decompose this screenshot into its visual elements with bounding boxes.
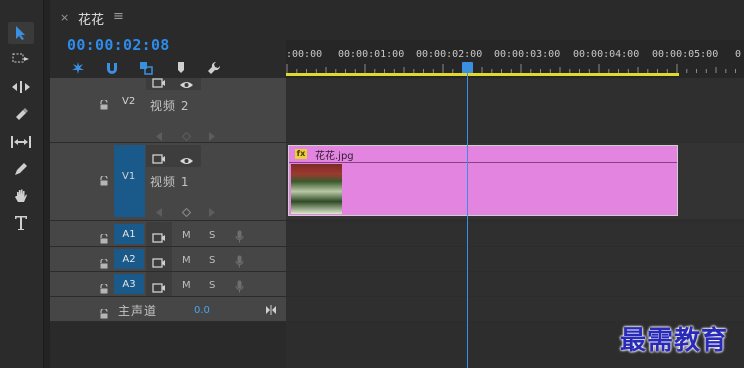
add-keyframe-icon[interactable] xyxy=(181,126,192,145)
hand-icon[interactable] xyxy=(8,185,34,207)
playhead-handle[interactable] xyxy=(462,62,473,73)
toggle-sync-icon[interactable] xyxy=(152,229,166,248)
playhead-timecode[interactable]: 00:00:02:08 xyxy=(67,36,170,54)
nest-sequence-icon[interactable] xyxy=(70,60,86,76)
target-label-v1: V1 xyxy=(122,171,136,182)
solo-button[interactable]: S xyxy=(209,280,215,291)
add-keyframe-icon[interactable] xyxy=(181,202,192,221)
toggle-sync-icon[interactable] xyxy=(152,254,166,273)
tab-close-icon[interactable]: × xyxy=(60,11,69,24)
lock-icon[interactable] xyxy=(99,254,109,273)
ruler-label: 00:00:01:00 xyxy=(338,49,405,60)
watermark: 最需教育 xyxy=(620,326,729,356)
go-to-end-icon[interactable] xyxy=(265,300,277,319)
track-select-icon[interactable] xyxy=(8,48,34,70)
master-volume-value[interactable]: 0.0 xyxy=(194,305,210,316)
microphone-icon[interactable] xyxy=(235,278,244,297)
track-lane-a1[interactable] xyxy=(286,222,744,246)
microphone-icon[interactable] xyxy=(235,228,244,247)
solo-button[interactable]: S xyxy=(209,230,215,241)
lock-icon[interactable] xyxy=(99,304,109,323)
track-lane-a2[interactable] xyxy=(286,247,744,271)
selection-tool-icon[interactable] xyxy=(8,22,34,44)
solo-button[interactable]: S xyxy=(209,255,215,266)
snap-icon[interactable] xyxy=(104,60,120,76)
track-name-v2[interactable]: 视频 2 xyxy=(150,97,189,114)
razor-icon[interactable] xyxy=(8,104,34,126)
toggle-sync-icon[interactable] xyxy=(152,74,166,93)
ruler-label: 00:00:03:00 xyxy=(494,49,561,60)
pen-icon[interactable] xyxy=(8,158,34,180)
track-divider xyxy=(50,220,744,221)
prev-keyframe-icon[interactable] xyxy=(156,126,163,145)
mute-button[interactable]: M xyxy=(182,255,191,266)
fx-badge[interactable]: fx xyxy=(295,149,307,159)
add-marker-icon[interactable] xyxy=(173,60,189,76)
sequence-tab-title[interactable]: 花花 xyxy=(78,9,104,28)
eye-icon[interactable] xyxy=(179,151,194,170)
ruler-label: 00:00:02:00 xyxy=(416,49,483,60)
toggle-sync-icon[interactable] xyxy=(152,150,166,169)
master-track-name: 主声道 xyxy=(118,304,158,318)
prev-keyframe-icon[interactable] xyxy=(156,202,163,221)
playhead-line[interactable] xyxy=(467,66,468,368)
target-a1[interactable]: A1 xyxy=(114,224,144,244)
track-name-v1[interactable]: 视频 1 xyxy=(150,173,189,190)
track-label-v2: V2 xyxy=(122,96,136,107)
next-keyframe-icon[interactable] xyxy=(209,126,216,145)
ruler-label: 0 xyxy=(735,49,742,60)
target-a3[interactable]: A3 xyxy=(114,274,144,294)
toggle-sync-icon[interactable] xyxy=(152,279,166,298)
tools-panel xyxy=(0,0,44,368)
target-a2[interactable]: A2 xyxy=(114,249,144,269)
track-divider xyxy=(50,142,744,143)
lock-icon[interactable] xyxy=(99,229,109,248)
clip-name: 花花.jpg xyxy=(315,151,354,162)
lock-icon[interactable] xyxy=(99,171,109,190)
microphone-icon[interactable] xyxy=(235,253,244,272)
slip-icon[interactable] xyxy=(8,131,34,153)
lock-icon[interactable] xyxy=(99,279,109,298)
mute-button[interactable]: M xyxy=(182,280,191,291)
next-keyframe-icon[interactable] xyxy=(209,202,216,221)
ripple-edit-icon[interactable] xyxy=(8,76,34,98)
type-icon[interactable] xyxy=(8,212,34,234)
ruler-label: 00:00:05:00 xyxy=(652,49,719,60)
track-lane-master[interactable] xyxy=(286,297,744,321)
track-lane-a3[interactable] xyxy=(286,272,744,296)
clip-thumbnail xyxy=(291,164,342,214)
mute-button[interactable]: M xyxy=(182,230,191,241)
ruler-label: :00:00 xyxy=(286,49,323,60)
lock-icon[interactable] xyxy=(99,95,109,114)
video-clip[interactable]: fx 花花.jpg xyxy=(288,145,678,216)
wrench-icon[interactable] xyxy=(206,60,222,76)
ruler-label: 00:00:04:00 xyxy=(573,49,640,60)
eye-icon[interactable] xyxy=(179,75,194,94)
work-area-bar[interactable] xyxy=(286,73,679,76)
panel-menu-icon[interactable]: ≡ xyxy=(113,9,124,24)
track-lane-v2[interactable] xyxy=(286,78,744,142)
